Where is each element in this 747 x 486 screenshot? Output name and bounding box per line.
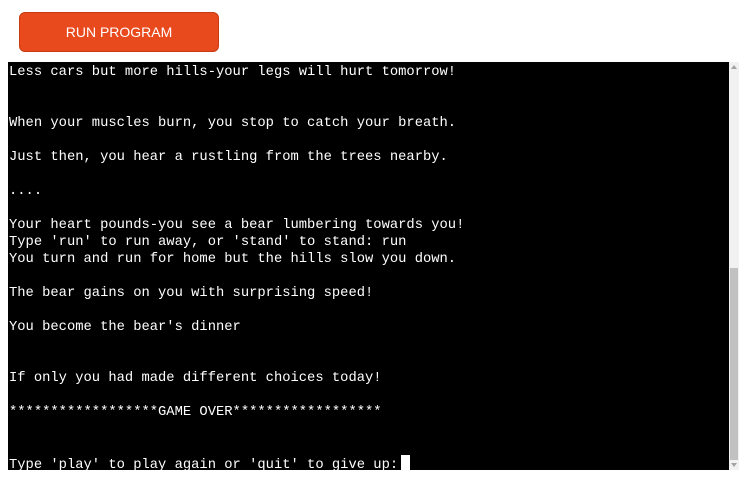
terminal-line: The bear gains on you with surprising sp…	[9, 286, 374, 301]
terminal-line: When your muscles burn, you stop to catc…	[9, 116, 457, 131]
scroll-thumb[interactable]	[730, 268, 738, 460]
terminal-line: ....	[9, 184, 43, 199]
terminal-line: ******************GAME OVER*************…	[9, 405, 382, 420]
terminal-line: You turn and run for home but the hills …	[9, 252, 457, 267]
terminal-line: Just then, you hear a rustling from the …	[9, 150, 448, 165]
terminal-scrollbar[interactable]	[729, 62, 739, 470]
text-cursor	[401, 455, 411, 470]
run-program-button[interactable]: RUN PROGRAM	[19, 12, 219, 52]
scroll-up-arrow-icon[interactable]	[729, 62, 739, 72]
terminal-prompt: Type 'play' to play again or 'quit' to g…	[9, 458, 399, 470]
terminal-prompt-line[interactable]: Type 'play' to play again or 'quit' to g…	[9, 455, 729, 470]
terminal-output[interactable]: Less cars but more hills-your legs will …	[8, 62, 729, 470]
terminal-line: You become the bear's dinner	[9, 320, 241, 335]
terminal-line: If only you had made different choices t…	[9, 371, 382, 386]
terminal-line: Less cars but more hills-your legs will …	[9, 65, 457, 80]
terminal-text: Less cars but more hills-your legs will …	[8, 62, 729, 470]
terminal-line: Your heart pounds-you see a bear lumberi…	[9, 218, 465, 233]
scroll-down-arrow-icon[interactable]	[729, 460, 739, 470]
terminal-line: Type 'run' to run away, or 'stand' to st…	[9, 235, 407, 250]
